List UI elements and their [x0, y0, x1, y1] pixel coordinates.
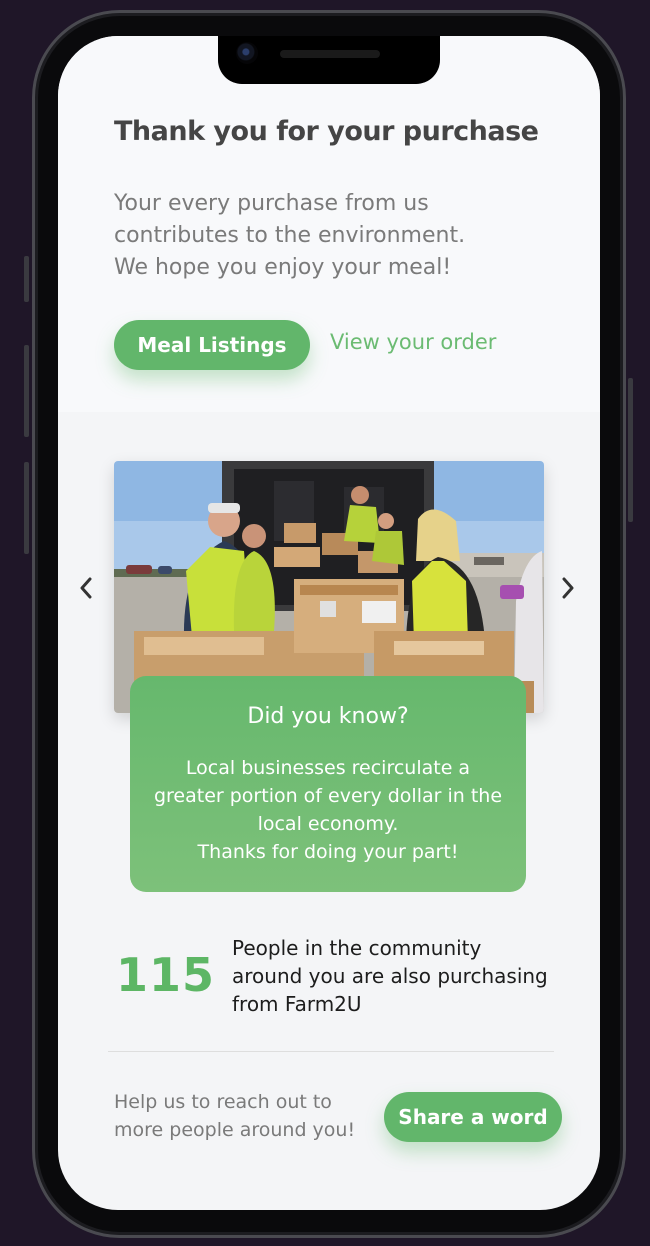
volume-up-button [24, 345, 29, 437]
share-a-word-button[interactable]: Share a word [384, 1092, 562, 1142]
did-you-know-card: Did you know? Local businesses recircula… [130, 676, 526, 892]
community-count: 115 [116, 948, 216, 1002]
page-title: Thank you for your purchase [114, 116, 539, 147]
confirmation-message: Your every purchase from us contributes … [114, 188, 554, 284]
divider [108, 1051, 554, 1052]
subtitle-line: contributes to the environment. [114, 223, 466, 248]
confirmation-panel: Thank you for your purchase Your every p… [58, 36, 600, 412]
share-prompt-line: more people around you! [114, 1119, 356, 1141]
chevron-left-icon[interactable] [76, 574, 96, 602]
volume-down-button [24, 462, 29, 554]
meal-listings-button[interactable]: Meal Listings [114, 320, 310, 370]
info-line: greater portion of every dollar in the [153, 785, 503, 807]
subtitle-line: Your every purchase from us [114, 191, 429, 216]
mute-switch [24, 256, 29, 302]
stat-line: People in the community [232, 936, 482, 960]
share-prompt-line: Help us to reach out to [114, 1091, 332, 1113]
info-card-title: Did you know? [247, 704, 409, 729]
speaker-grille [280, 50, 380, 58]
info-line: Thanks for doing your part! [197, 841, 459, 863]
info-line: Local businesses recirculate a [185, 757, 471, 779]
front-camera-icon [236, 42, 258, 64]
stat-line: from Farm2U [232, 992, 362, 1016]
subtitle-line: We hope you enjoy your meal! [114, 255, 452, 280]
stat-line: around you are also purchasing [232, 964, 548, 988]
share-prompt: Help us to reach out to more people arou… [114, 1088, 355, 1144]
chevron-right-icon[interactable] [558, 574, 578, 602]
info-line: local economy. [257, 813, 399, 835]
info-card-body: Local businesses recirculate a greater p… [142, 754, 514, 866]
community-description: People in the community around you are a… [232, 934, 562, 1018]
phone-screen: Thank you for your purchase Your every p… [58, 36, 600, 1210]
power-button [628, 378, 633, 522]
view-order-link[interactable]: View your order [330, 330, 496, 354]
